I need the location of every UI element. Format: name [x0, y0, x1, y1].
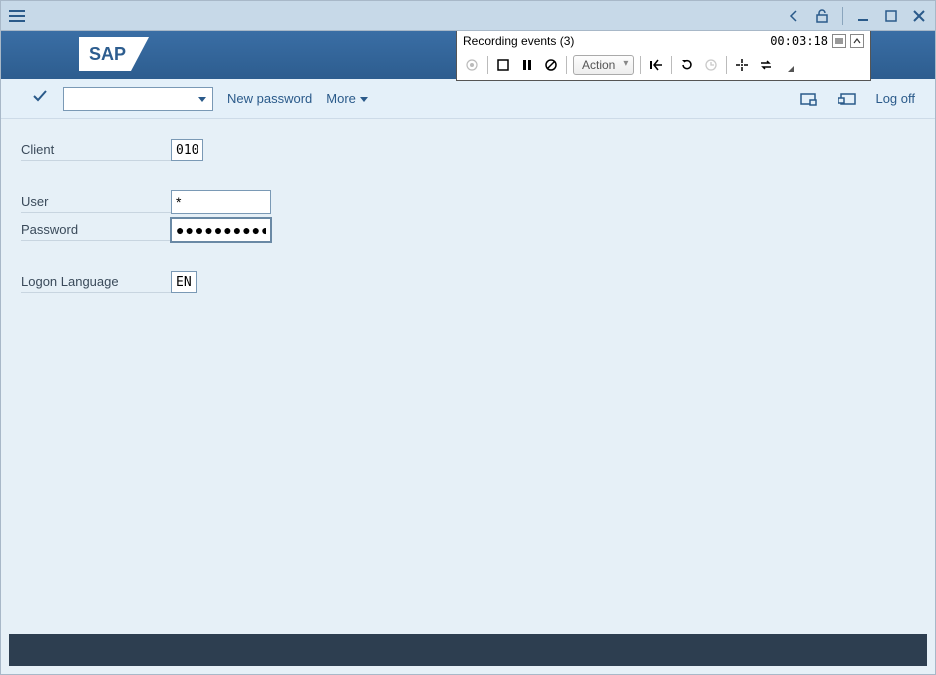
client-label: Client: [21, 139, 171, 161]
user-label: User: [21, 191, 171, 213]
language-label: Logon Language: [21, 271, 171, 293]
stop-icon[interactable]: [494, 56, 512, 74]
separator: [842, 7, 843, 25]
menu-icon[interactable]: [7, 6, 27, 26]
window-titlebar: [1, 1, 935, 31]
action-select[interactable]: Action: [573, 55, 634, 75]
statusbar: [9, 634, 927, 666]
separator: [671, 56, 672, 74]
reset-icon[interactable]: [678, 56, 696, 74]
close-icon[interactable]: [909, 6, 929, 26]
logon-form: Client User Password Logon Language: [1, 119, 935, 295]
check-icon[interactable]: [31, 87, 49, 110]
clock-disabled-icon: [702, 56, 720, 74]
more-button[interactable]: More: [326, 91, 368, 106]
user-input[interactable]: [171, 190, 271, 214]
command-field[interactable]: [63, 87, 213, 111]
recording-list-icon[interactable]: [832, 34, 846, 48]
pause-icon[interactable]: [518, 56, 536, 74]
sap-logo: SAP: [79, 37, 149, 74]
minimize-icon[interactable]: [853, 6, 873, 26]
loop-icon[interactable]: [757, 56, 775, 74]
recording-collapse-icon[interactable]: [850, 34, 864, 48]
adjust-icon[interactable]: [733, 56, 751, 74]
unlock-icon[interactable]: [812, 6, 832, 26]
maximize-icon[interactable]: [881, 6, 901, 26]
logoff-button[interactable]: Log off: [875, 91, 915, 106]
back-icon[interactable]: [784, 6, 804, 26]
separator: [566, 56, 567, 74]
app-toolbar: New password More Log off: [1, 79, 935, 119]
window-icon-1[interactable]: [799, 89, 819, 109]
insert-text-icon[interactable]: [647, 56, 665, 74]
recording-title: Recording events (3): [463, 34, 574, 48]
record-icon[interactable]: [463, 56, 481, 74]
recording-time: 00:03:18: [770, 34, 828, 48]
new-password-button[interactable]: New password: [227, 91, 312, 106]
client-input[interactable]: [171, 139, 203, 161]
dropdown-corner-icon[interactable]: [781, 59, 799, 77]
separator: [726, 56, 727, 74]
svg-text:SAP: SAP: [89, 44, 126, 64]
separator: [487, 56, 488, 74]
no-capture-icon[interactable]: [542, 56, 560, 74]
password-label: Password: [21, 219, 171, 241]
window-icon-2[interactable]: [837, 89, 857, 109]
separator: [640, 56, 641, 74]
language-input[interactable]: [171, 271, 197, 293]
password-input[interactable]: [171, 218, 271, 242]
recording-panel: Recording events (3) 00:03:18 Action: [456, 31, 871, 81]
